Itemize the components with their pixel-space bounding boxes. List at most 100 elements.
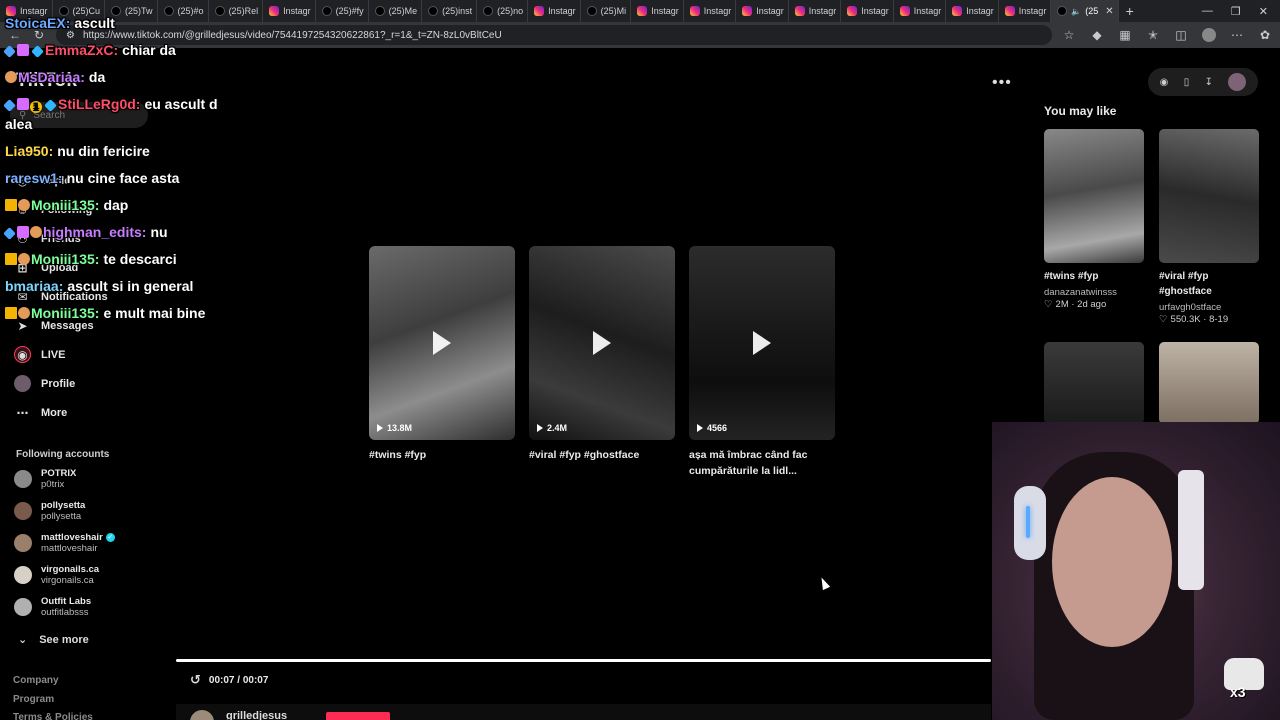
extension-puzzle-icon[interactable]: ▦ <box>1118 28 1132 42</box>
browser-tab[interactable]: (25)inst <box>422 0 478 22</box>
footer-program-link[interactable]: Program <box>13 694 54 705</box>
profile-icon <box>14 375 31 392</box>
sidebar-item-label: Friends <box>41 232 81 245</box>
browser-tab[interactable]: Instagr <box>894 0 947 22</box>
sidebar-item-upload[interactable]: ⊞ Upload <box>14 259 78 276</box>
see-more-button[interactable]: ⌄ See more <box>18 633 89 647</box>
video-card-1[interactable]: 13.8M <box>369 246 515 440</box>
video-card-2[interactable]: 2.4M <box>529 246 675 440</box>
minimize-icon[interactable]: — <box>1202 5 1213 18</box>
phone-icon[interactable]: ▯ <box>1184 77 1190 88</box>
user-avatar[interactable] <box>1228 73 1247 91</box>
video-caption-2[interactable]: #viral #fyp #ghostface <box>529 447 679 463</box>
browser-tab[interactable]: Instagr <box>684 0 737 22</box>
video-views: 4566 <box>697 423 727 433</box>
browser-tab[interactable]: (25)Tw <box>105 0 158 22</box>
site-info-icon[interactable]: ⚙ <box>66 30 75 41</box>
emote-count: x3 <box>1230 684 1246 700</box>
following-account[interactable]: Outfit Labs outfitlabsss <box>14 596 91 618</box>
video-progress-bar[interactable] <box>176 659 991 662</box>
account-info: POTRIX p0trix <box>41 468 76 490</box>
compass-icon[interactable]: ◉ <box>1160 77 1169 88</box>
video-caption-1[interactable]: #twins #fyp <box>369 447 519 463</box>
video-card-3[interactable]: 4566 <box>689 246 835 440</box>
close-window-icon[interactable]: ✕ <box>1259 5 1268 18</box>
browser-tab[interactable]: 🔈 (25 ✕ <box>1051 0 1119 22</box>
reload-icon[interactable]: ↻ <box>32 28 46 42</box>
back-icon[interactable]: ← <box>8 28 22 42</box>
following-account[interactable]: virgonails.ca virgonails.ca <box>14 564 99 586</box>
browser-tab[interactable]: (25)Cu <box>53 0 106 22</box>
sidebar-item-live[interactable]: ◉ LIVE <box>14 346 65 363</box>
video-caption-3[interactable]: așa mă îmbrac când fac cumpărăturile la … <box>689 447 829 479</box>
author-avatar[interactable] <box>190 710 214 720</box>
tiktok-logo[interactable]: TikTok <box>16 70 77 92</box>
views-count: 2.4M <box>547 423 568 433</box>
address-bar[interactable]: ⚙ https://www.tiktok.com/@grilledjesus/v… <box>56 25 1052 45</box>
sidebar-item-friends[interactable]: ⚇ Friends <box>14 230 81 247</box>
recommended-video-1[interactable] <box>1044 129 1144 263</box>
footer-company-link[interactable]: Company <box>13 675 59 686</box>
following-account[interactable]: mattloveshair ✓ mattloveshair <box>14 532 115 554</box>
star-icon[interactable]: ☆ <box>1062 28 1076 42</box>
author-name[interactable]: grilledjesus <box>226 710 287 720</box>
more-options-icon[interactable]: ••• <box>992 74 1012 92</box>
browser-tab[interactable]: Instagr <box>528 0 581 22</box>
follow-button[interactable] <box>326 712 390 720</box>
webcam-face <box>1052 477 1172 647</box>
collections-icon[interactable]: ◫ <box>1174 28 1188 42</box>
tab-label: (25)#o <box>177 6 204 16</box>
browser-tab[interactable]: Instagr <box>789 0 842 22</box>
sidebar-item-following[interactable]: ☺ Following <box>14 201 92 218</box>
playback-time: ↺ 00:07 / 00:07 <box>190 672 268 688</box>
restore-icon[interactable]: ❐ <box>1231 5 1241 18</box>
browser-tab[interactable]: (25)Me <box>369 0 423 22</box>
recommended-meta-1: ♡ 2M · 2d ago <box>1044 299 1106 310</box>
copilot-icon[interactable]: ✿ <box>1258 28 1272 42</box>
sidebar-item-more[interactable]: ⋯ More <box>14 404 68 421</box>
instagram-icon <box>899 6 910 16</box>
download-icon[interactable]: ↧ <box>1205 77 1213 88</box>
browser-tab[interactable]: Instagr <box>841 0 894 22</box>
browser-tab[interactable]: (25)#fy <box>316 0 369 22</box>
sidebar-item-profile[interactable]: Profile <box>14 375 75 392</box>
profile-avatar[interactable] <box>1202 28 1216 42</box>
recommended-video-2[interactable] <box>1159 129 1259 263</box>
browser-tab[interactable]: (25)no <box>477 0 529 22</box>
tab-label: Instagr <box>756 6 784 16</box>
recommended-video-4[interactable] <box>1159 342 1259 424</box>
menu-dots-icon[interactable]: ⋯ <box>1230 28 1244 42</box>
account-username: p0trix <box>41 479 65 490</box>
extensions-icon[interactable]: ◆ <box>1090 28 1104 42</box>
account-info: Outfit Labs outfitlabsss <box>41 596 91 618</box>
recommended-video-3[interactable] <box>1044 342 1144 424</box>
browser-tab[interactable]: (25)#o <box>158 0 209 22</box>
browser-tab[interactable]: Instagr <box>736 0 789 22</box>
new-tab-button[interactable]: + <box>1119 3 1141 19</box>
browser-tab[interactable]: Instagr <box>263 0 316 22</box>
speaker-icon[interactable]: 🔈 <box>1071 7 1081 16</box>
browser-tab[interactable]: (25)Rel <box>209 0 264 22</box>
sidebar-item-explore[interactable]: ◎ Explore <box>14 172 81 189</box>
search-input[interactable]: ⚲ Search <box>10 102 148 128</box>
play-icon <box>433 331 451 355</box>
instagram-icon <box>637 6 648 16</box>
following-account[interactable]: pollysetta pollysetta <box>14 500 85 522</box>
sidebar-item-messages[interactable]: ➤ Messages <box>14 317 93 334</box>
favorites-icon[interactable]: ✭ <box>1146 28 1160 42</box>
close-tab-icon[interactable]: ✕ <box>1105 6 1113 17</box>
browser-tab[interactable]: (25)Mi <box>581 0 632 22</box>
recommended-caption-2[interactable]: #viral #fyp #ghostface <box>1159 269 1259 299</box>
recommended-user-2[interactable]: urfavgh0stface <box>1159 302 1221 313</box>
recommended-caption-1[interactable]: #twins #fyp <box>1044 269 1144 284</box>
browser-tab[interactable]: Instagr <box>999 0 1052 22</box>
footer-terms-link[interactable]: Terms & Policies <box>13 712 93 720</box>
browser-tab[interactable]: Instagr <box>0 0 53 22</box>
recommended-user-1[interactable]: danazanatwinsss <box>1044 287 1117 298</box>
sidebar-item-notifications[interactable]: ✉ Notifications <box>14 288 107 305</box>
streamer-webcam: x3 <box>992 422 1280 720</box>
replay-icon[interactable]: ↺ <box>190 672 201 688</box>
browser-tab[interactable]: Instagr <box>631 0 684 22</box>
browser-tab[interactable]: Instagr <box>946 0 999 22</box>
following-account[interactable]: POTRIX p0trix <box>14 468 76 490</box>
